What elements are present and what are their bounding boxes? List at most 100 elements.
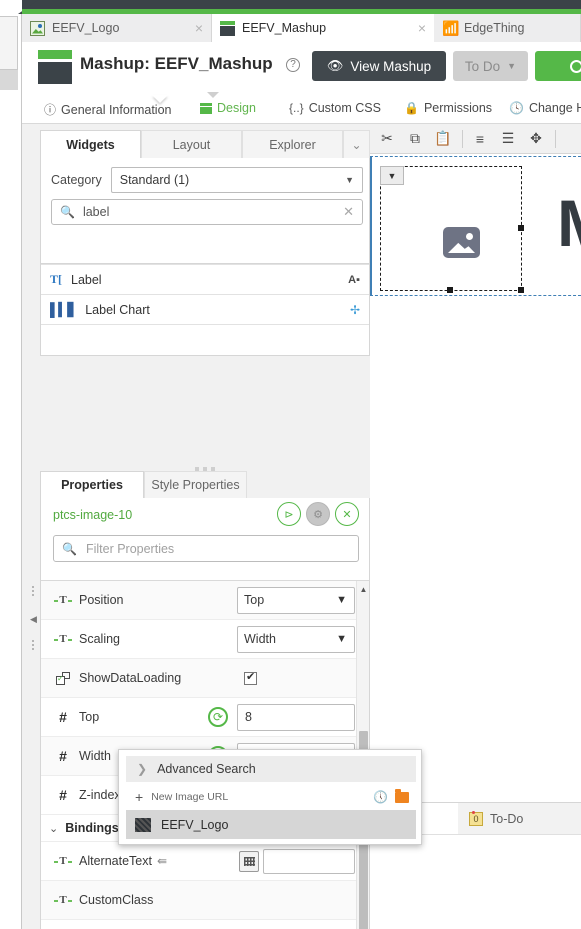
tab-layout[interactable]: Layout — [141, 130, 242, 158]
property-label: CustomClass — [79, 893, 154, 907]
share-icon[interactable]: ⊳ — [277, 502, 301, 526]
scaling-select[interactable]: Width ▼ — [237, 625, 355, 653]
tab-style-properties[interactable]: Style Properties — [144, 471, 247, 498]
tab-eefv-mashup[interactable]: EEFV_Mashup × — [212, 14, 434, 42]
subnav-general-information[interactable]: ⓘ General Information — [44, 101, 172, 118]
eye-icon: 👁 — [326, 58, 344, 73]
collapse-arrow-icon: ◀ — [30, 614, 37, 624]
subnav-design[interactable]: Design — [200, 101, 256, 115]
widgets-tabs-overflow[interactable]: ⌄ — [343, 130, 370, 158]
tab-widgets[interactable]: Widgets — [40, 130, 141, 158]
chevron-down-icon: ▼ — [345, 175, 354, 185]
new-image-url-row[interactable]: + New Image URL 🕔 — [126, 786, 416, 808]
align-vertical-icon[interactable]: ☰ — [497, 128, 519, 150]
boolean-type-icon — [56, 671, 70, 685]
chevron-down-icon: ▼ — [507, 61, 517, 71]
entity-tab-bar: EEFV_Logo × EEFV_Mashup × 📶 EdgeThing — [22, 14, 581, 42]
string-type-icon: T — [54, 894, 73, 906]
close-icon[interactable]: ✕ — [335, 502, 359, 526]
widget-search-input[interactable]: 🔍 label ✕ — [51, 199, 363, 225]
panel-splitter[interactable] — [40, 460, 370, 471]
pin-dot — [472, 810, 475, 814]
folder-icon[interactable] — [395, 788, 409, 803]
subnav-label: Permissions — [423, 101, 493, 115]
list-item[interactable]: T[ Label A▪ — [41, 264, 369, 294]
showdataloading-checkbox[interactable] — [244, 670, 257, 685]
cut-icon[interactable]: ✂ — [376, 128, 398, 150]
help-icon[interactable]: ? — [286, 58, 300, 72]
widget-search-value: label — [82, 205, 110, 219]
tab-label: EdgeThing — [464, 21, 525, 35]
lock-icon: 🔒 — [404, 101, 419, 115]
position-select[interactable]: Top ▼ — [237, 586, 355, 614]
entity-subnav: ⓘ General Information Design {..} Custom… — [22, 92, 581, 124]
paste-icon[interactable]: 📋 — [432, 128, 454, 150]
clock-icon[interactable]: 🕔 — [373, 790, 388, 804]
resize-handle-middle-right[interactable] — [518, 225, 524, 231]
tab-properties[interactable]: Properties — [40, 471, 144, 498]
property-row-showdataloading: ShowDataLoading — [41, 659, 369, 698]
subnav-custom-css[interactable]: {..} Custom CSS — [289, 101, 381, 115]
view-mashup-label: View Mashup — [350, 58, 432, 74]
list-empty-row — [41, 324, 369, 354]
properties-tab-strip: Properties Style Properties — [40, 471, 370, 498]
position-value: Top — [244, 593, 265, 607]
widget-result-list: T[ Label A▪ ▌▍▋ Label Chart ✢ — [40, 264, 370, 356]
scroll-up-icon[interactable]: ▲ — [357, 582, 369, 596]
distribute-icon[interactable]: ✥ — [525, 128, 547, 150]
category-value: Standard (1) — [119, 173, 190, 187]
save-button[interactable]: Save — [535, 51, 581, 81]
property-row-scaling: T Scaling Width ▼ — [41, 620, 369, 659]
clock-icon: 🕓 — [509, 101, 524, 115]
binding-arrow-icon: ⇚ — [156, 854, 168, 868]
alternatetext-input[interactable] — [263, 848, 355, 874]
clear-icon[interactable]: ✕ — [343, 204, 354, 220]
subnav-change-history[interactable]: 🕓 Change History — [509, 101, 581, 115]
tab-edgething[interactable]: 📶 EdgeThing — [434, 14, 581, 42]
gutter-collapse-tab[interactable] — [0, 16, 18, 70]
close-icon[interactable]: × — [181, 20, 203, 36]
plus-icon: + — [135, 789, 144, 805]
number-type-icon: # — [59, 748, 67, 764]
category-label: Category — [51, 173, 102, 187]
popup-result-item[interactable]: EEFV_Logo — [126, 810, 416, 839]
resize-handle-bottom-center[interactable] — [447, 287, 453, 293]
save-ring-icon — [569, 59, 581, 73]
filter-placeholder: Filter Properties — [85, 541, 175, 556]
tab-eefv-logo[interactable]: EEFV_Logo × — [22, 14, 212, 42]
mashup-large-icon — [38, 50, 72, 84]
todo-dropdown-button[interactable]: To Do ▼ — [453, 51, 528, 81]
filter-properties-input[interactable]: 🔍 Filter Properties — [53, 535, 359, 562]
string-type-icon: T — [54, 594, 73, 606]
view-mashup-button[interactable]: 👁 View Mashup — [312, 51, 446, 81]
info-icon: ⓘ — [44, 103, 57, 117]
note-icon: 0 — [469, 810, 483, 826]
bottom-tab-label: To-Do — [490, 811, 524, 826]
advanced-search-label: Advanced Search — [157, 762, 256, 776]
resize-handle-bottom-right[interactable] — [518, 287, 524, 293]
list-item[interactable]: ▌▍▋ Label Chart ✢ — [41, 294, 369, 324]
subnav-label: Custom CSS — [308, 101, 381, 115]
close-icon[interactable]: × — [404, 20, 426, 36]
top-input[interactable]: 8 — [237, 703, 355, 731]
advanced-search-row[interactable]: ❯ Advanced Search — [126, 756, 416, 782]
panel-resize-handle-left[interactable]: ◀ — [30, 584, 40, 652]
property-label: Scaling — [79, 632, 120, 646]
move-icon: ✢ — [349, 302, 360, 317]
copy-icon[interactable]: ⧉ — [404, 128, 426, 150]
toolbar-divider — [555, 129, 556, 148]
gear-icon[interactable]: ⚙ — [306, 502, 330, 526]
keyboard-icon[interactable] — [239, 850, 259, 872]
design-icon — [200, 102, 212, 114]
category-select[interactable]: Standard (1) ▼ — [110, 167, 363, 193]
align-horizontal-icon[interactable]: ≡ — [469, 128, 491, 150]
widget-context-dropdown[interactable]: ▼ — [380, 166, 404, 185]
reset-icon[interactable]: ⟳ — [208, 707, 228, 727]
tab-to-do[interactable]: 0 To-Do — [458, 803, 548, 834]
tab-explorer[interactable]: Explorer — [242, 130, 343, 158]
number-type-icon: # — [59, 787, 67, 803]
canvas-toolbar: ✂ ⧉ 📋 ≡ ☰ ✥ — [370, 124, 581, 154]
subnav-permissions[interactable]: 🔒 Permissions — [404, 101, 492, 115]
property-row-position: T Position Top ▼ — [41, 581, 369, 620]
string-type-icon: T — [54, 855, 73, 867]
